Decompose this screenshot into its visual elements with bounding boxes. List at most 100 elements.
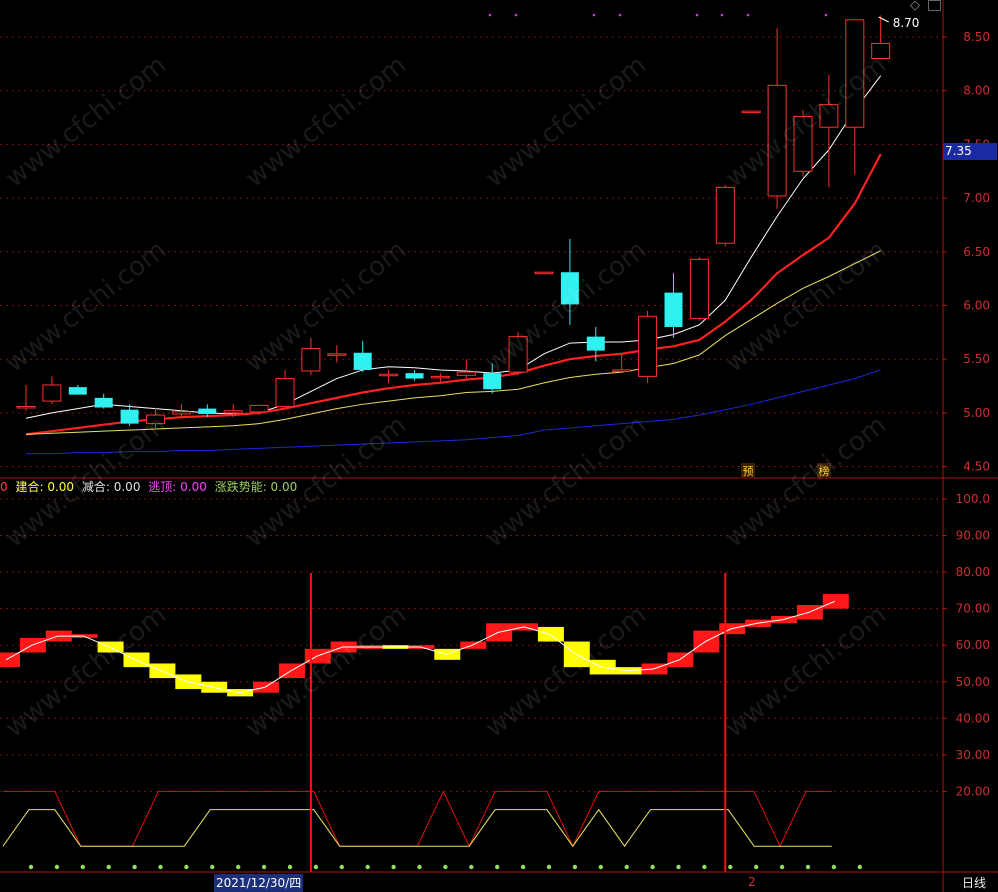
price-tick-label: 5.00 — [963, 406, 990, 420]
legend-item-jianhe-reduce: 减合: 0.00 — [81, 480, 141, 494]
signal-dot-green — [365, 864, 370, 870]
candle-body-up — [508, 336, 528, 373]
signal-dot-green — [650, 864, 655, 870]
candle-body-up — [456, 371, 476, 376]
candle-body-up — [16, 405, 36, 409]
candlestick-series[interactable] — [16, 15, 891, 428]
signal-dot-green — [261, 864, 267, 870]
high-price-label: 8.70 — [893, 16, 920, 30]
signal-dot-green — [28, 864, 34, 870]
indicator-tick-label: 60.00 — [956, 638, 990, 652]
candle-body-up — [767, 84, 787, 197]
indicator-signal-lines — [2, 573, 862, 872]
candle-body-down — [560, 272, 579, 305]
candle-body-up — [223, 410, 243, 414]
annotation-label: 榜 — [819, 464, 830, 478]
candle-body-up — [715, 186, 735, 244]
candle-body-up — [171, 411, 191, 415]
price-tick-label: 7.00 — [963, 191, 990, 205]
indicator-tick-label: 80.00 — [956, 565, 990, 579]
signal-dot — [488, 13, 492, 17]
candle-body-up — [301, 347, 321, 372]
candle-body-down — [120, 409, 139, 424]
signal-dot-green — [805, 864, 811, 870]
candle-body-up — [42, 384, 62, 402]
ma-line — [25, 153, 882, 436]
candle-body-up — [741, 110, 761, 114]
current-price-label: 7.35 — [943, 143, 997, 160]
legend-item-taoding: 逃顶: 0.00 — [148, 480, 207, 494]
signal-dot-green — [598, 864, 603, 870]
candle-body-up — [845, 19, 865, 128]
signal-dot-green — [702, 864, 707, 870]
candle-body-up — [638, 315, 658, 377]
price-grid — [0, 36, 947, 468]
indicator-tick-label: 40.00 — [956, 711, 990, 725]
signal-dot — [746, 13, 750, 17]
candle-body-down — [405, 373, 424, 379]
signal-line-yellow — [2, 808, 832, 848]
indicator-tick-label: 30.00 — [956, 748, 990, 762]
price-tick-label: 5.50 — [963, 352, 990, 366]
signal-dot-green — [417, 864, 422, 870]
candle-body-up — [689, 258, 709, 319]
signal-dot-green — [469, 864, 474, 870]
signal-dot-green — [857, 864, 862, 870]
candle-body-down — [586, 336, 605, 351]
indicator-tick-label: 90.00 — [956, 529, 990, 543]
signal-dot-green — [184, 864, 189, 870]
signal-dot-green — [443, 864, 448, 870]
candle-body-up — [249, 404, 269, 413]
candle-body-up — [379, 373, 399, 377]
signal-dot-green — [287, 864, 293, 870]
period-button[interactable]: 日线 — [950, 874, 998, 892]
candle-body-down — [483, 373, 502, 390]
price-tick-label: 6.00 — [963, 299, 990, 313]
price-tick-label: 8.50 — [963, 30, 990, 44]
footer-marker: 2 — [748, 875, 756, 889]
ma-line — [25, 75, 882, 419]
candle-body-up — [534, 271, 554, 275]
indicator-tick-label: 70.00 — [956, 602, 990, 616]
signal-dot-green — [728, 864, 733, 870]
signal-line-red — [3, 790, 832, 848]
indicator-legend: 0 建合: 0.00 减合: 0.00 逃顶: 0.00 涨跌势能: 0.00 — [0, 478, 301, 495]
moving-average-lines — [25, 75, 882, 455]
diamond-icon[interactable]: ◇ — [910, 0, 920, 13]
scroll-box-icon[interactable] — [928, 0, 941, 11]
signal-dot-green — [210, 864, 215, 870]
signal-dot-green — [236, 864, 241, 870]
candle-body-up — [275, 378, 295, 407]
candle-body-up — [430, 375, 450, 379]
stock-chart[interactable]: 8.508.007.507.006.506.005.505.004.50100.… — [0, 0, 998, 892]
signal-dot-green — [779, 864, 785, 870]
candle-body-down — [198, 408, 217, 414]
indicator-bar — [253, 681, 279, 693]
signal-dot — [592, 13, 596, 17]
indicator-bar — [0, 652, 20, 668]
candle-body-down — [68, 387, 87, 395]
candle-body-down — [353, 352, 372, 370]
price-tick-label: 8.00 — [963, 84, 990, 98]
signal-dot-green — [132, 864, 137, 870]
indicator-tick-label: 20.00 — [956, 784, 990, 798]
signal-dot-green — [80, 864, 86, 870]
signal-dot — [618, 13, 622, 17]
candle-body-up — [793, 115, 813, 172]
signal-dot-green — [54, 864, 60, 870]
signal-dot-green — [106, 864, 111, 870]
signal-dot-green — [520, 864, 526, 870]
indicator-bar — [537, 626, 564, 642]
axes — [0, 0, 998, 892]
cursor-date-label: 2021/12/30/四 — [214, 874, 304, 892]
price-tick-label: 6.50 — [963, 245, 990, 259]
candle-body-down — [94, 397, 113, 408]
legend-item-0: 0 — [0, 480, 8, 494]
signal-dot-green — [313, 864, 319, 870]
signal-dot-green — [158, 864, 163, 870]
signal-dot-green — [339, 864, 344, 870]
signal-dot-green — [831, 864, 837, 870]
signal-dot-green — [754, 864, 759, 870]
candle-body-down — [664, 292, 683, 327]
candle-body-up — [819, 104, 839, 128]
